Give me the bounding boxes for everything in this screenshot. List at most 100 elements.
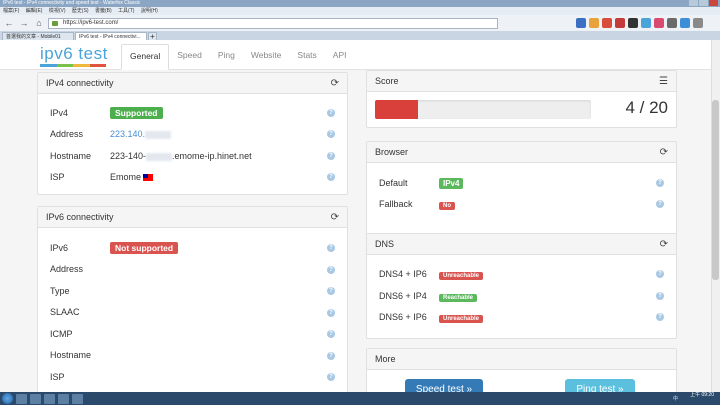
menu-edit[interactable]: 編輯(E) (26, 8, 43, 14)
site-header: ipv6 test General Speed Ping Website Sta… (0, 40, 720, 70)
maximize-button[interactable] (699, 0, 708, 6)
start-button[interactable] (2, 393, 13, 404)
row-label: IPv6 (50, 243, 69, 253)
status-badge: Unreachable (439, 272, 484, 280)
list-icon[interactable]: ☰ (659, 71, 668, 92)
extension-icon[interactable] (628, 18, 638, 28)
panel-title: Score (375, 76, 399, 86)
panel-header: IPv4 connectivity ⟳ (38, 73, 347, 94)
web-page: ipv6 test General Speed Ping Website Sta… (0, 40, 720, 392)
window-title-bar: IPv6 test - IPv4 connectivity and speed … (0, 0, 720, 7)
clock-time: 上午 09:20 (690, 392, 714, 398)
close-window-button[interactable] (709, 0, 718, 6)
taskbar-app-icon[interactable] (72, 393, 83, 404)
help-icon[interactable]: ? (327, 244, 335, 252)
extension-icon[interactable] (641, 18, 651, 28)
tab-api[interactable]: API (325, 44, 355, 70)
refresh-icon[interactable]: ⟳ (660, 142, 668, 163)
redacted-block (145, 130, 172, 139)
browser-tab[interactable]: 首選我的文章 - Mobile01 (2, 32, 74, 40)
refresh-icon[interactable]: ⟳ (331, 207, 339, 228)
status-badge: IPv4 (439, 178, 464, 189)
status-badge: No (439, 202, 455, 210)
menu-icon[interactable] (693, 18, 703, 28)
speed-test-button[interactable]: Speed test » (405, 379, 483, 392)
help-icon[interactable]: ? (656, 200, 664, 208)
help-icon[interactable]: ? (327, 130, 335, 138)
help-icon[interactable]: ? (656, 270, 664, 278)
row-label: DNS6 + IP4 (379, 291, 427, 301)
extension-icon[interactable] (576, 18, 586, 28)
help-icon[interactable]: ? (327, 352, 335, 360)
taskbar-app-icon[interactable] (16, 393, 27, 404)
taskbar-clock[interactable]: 上午 09:20 (690, 392, 714, 399)
extension-icon[interactable] (589, 18, 599, 28)
url-bar[interactable]: https://ipv6-test.com/ (48, 17, 498, 29)
new-tab-button[interactable]: + (148, 32, 157, 41)
status-badge: Reachable (439, 294, 478, 302)
row-label: IPv4 (50, 108, 69, 118)
help-icon[interactable]: ? (327, 330, 335, 338)
taskbar-app-icon[interactable] (58, 393, 69, 404)
row-label: Address (50, 129, 84, 139)
menu-bar: 檔案(F) 編輯(E) 檢視(V) 歷史(S) 書籤(B) 工具(T) 說明(H… (0, 7, 720, 15)
status-badge: Unreachable (439, 315, 484, 323)
help-icon[interactable]: ? (656, 313, 664, 321)
tab-stats[interactable]: Stats (289, 44, 324, 70)
tab-website[interactable]: Website (243, 44, 290, 70)
panel-title: IPv6 connectivity (46, 212, 114, 222)
forward-arrow-icon[interactable]: → (18, 17, 30, 29)
address-link[interactable]: 223.140. (110, 129, 145, 139)
download-icon[interactable] (680, 18, 690, 28)
panel-header: IPv6 connectivity ⟳ (38, 207, 347, 228)
menu-bookmarks[interactable]: 書籤(B) (95, 8, 112, 14)
row-label: Address (50, 264, 84, 274)
menu-tools[interactable]: 工具(T) (118, 8, 134, 14)
taskbar-app-icon[interactable] (30, 393, 41, 404)
ipv6-panel: IPv6 connectivity ⟳ IPv6 Not supported A… (37, 206, 348, 392)
menu-file[interactable]: 檔案(F) (3, 8, 19, 14)
refresh-icon[interactable]: ⟳ (660, 234, 668, 255)
row-label: DNS4 + IP6 (379, 269, 427, 279)
window-title: IPv6 test - IPv4 connectivity and speed … (3, 0, 141, 6)
help-icon[interactable]: ? (327, 152, 335, 160)
help-icon[interactable]: ? (327, 309, 335, 317)
refresh-icon[interactable]: ⟳ (331, 73, 339, 94)
row-label: ICMP (50, 329, 73, 339)
row-label: Hostname (50, 350, 92, 360)
browser-tab-active[interactable]: IPv6 test - IPv4 connectivi... (75, 32, 147, 40)
extension-icon[interactable] (602, 18, 612, 28)
input-language-indicator[interactable]: 中 (673, 395, 678, 402)
help-icon[interactable]: ? (656, 179, 664, 187)
minimize-button[interactable] (689, 0, 698, 6)
help-icon[interactable]: ? (327, 173, 335, 181)
ipv4-panel: IPv4 connectivity ⟳ IPv4 Supported Addre… (37, 72, 348, 195)
browser-tab-strip: 首選我的文章 - Mobile01 IPv6 test - IPv4 conne… (0, 31, 720, 41)
menu-view[interactable]: 檢視(V) (49, 8, 66, 14)
ping-test-button[interactable]: Ping test » (565, 379, 635, 392)
tab-ping[interactable]: Ping (210, 44, 243, 70)
scrollbar-thumb[interactable] (712, 100, 719, 280)
back-arrow-icon[interactable]: ← (3, 17, 15, 29)
extension-icon[interactable] (615, 18, 625, 28)
extension-icon[interactable] (654, 18, 664, 28)
extension-icon[interactable] (667, 18, 677, 28)
extension-icons (576, 18, 703, 28)
page-scrollbar[interactable] (711, 40, 720, 392)
taskbar-app-icon[interactable] (44, 393, 55, 404)
site-logo[interactable]: ipv6 test (40, 44, 108, 64)
home-icon[interactable]: ⌂ (33, 17, 45, 29)
row-label: Fallback (379, 199, 413, 209)
help-icon[interactable]: ? (327, 287, 335, 295)
panel-title: IPv4 connectivity (46, 78, 114, 88)
help-icon[interactable]: ? (327, 373, 335, 381)
help-icon[interactable]: ? (327, 109, 335, 117)
menu-help[interactable]: 說明(H) (141, 8, 158, 14)
help-icon[interactable]: ? (327, 266, 335, 274)
help-icon[interactable]: ? (656, 292, 664, 300)
panel-header: DNS ⟳ (367, 234, 676, 255)
tab-general[interactable]: General (121, 44, 170, 70)
tab-speed[interactable]: Speed (169, 44, 210, 70)
menu-history[interactable]: 歷史(S) (72, 8, 89, 14)
status-badge: Supported (110, 107, 163, 119)
